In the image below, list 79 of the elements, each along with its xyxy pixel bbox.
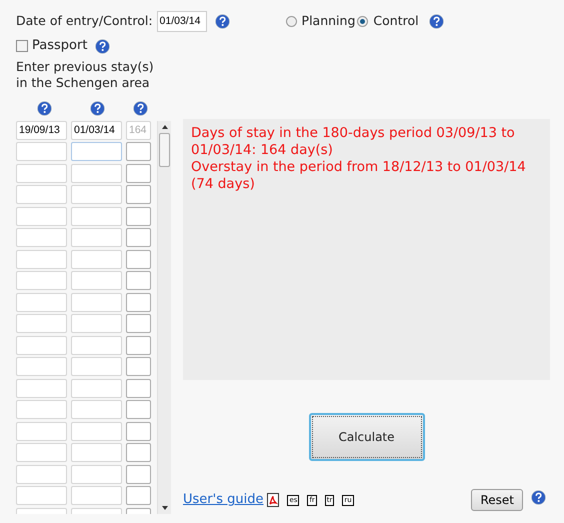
exit-date-field[interactable] bbox=[71, 400, 122, 420]
days-field[interactable] bbox=[126, 314, 151, 334]
exit-date-field[interactable] bbox=[71, 206, 122, 226]
radio-button[interactable] bbox=[357, 16, 368, 26]
help-icon[interactable] bbox=[90, 101, 105, 116]
help-icon[interactable] bbox=[531, 490, 546, 505]
days-field[interactable] bbox=[126, 164, 151, 183]
result-text: Overstay in the period from 18/12/13 to 01/03/14 (74 days) bbox=[191, 158, 527, 192]
stays-heading: Enter previous stay(s) in the Schengen area bbox=[16, 59, 155, 91]
entry-date-field[interactable] bbox=[16, 206, 67, 226]
exit-date-field[interactable] bbox=[71, 228, 122, 248]
days-field[interactable] bbox=[126, 336, 151, 355]
exit-date-field[interactable] bbox=[71, 142, 122, 162]
days-field[interactable] bbox=[126, 443, 151, 462]
scrollbar[interactable] bbox=[157, 120, 171, 514]
days-field[interactable] bbox=[126, 357, 151, 376]
exit-date-field[interactable] bbox=[71, 443, 122, 462]
exit-date-field[interactable] bbox=[71, 314, 122, 334]
exit-date-field[interactable] bbox=[71, 357, 122, 376]
calculate-button[interactable]: Calculate bbox=[308, 413, 424, 461]
entry-date-field[interactable] bbox=[16, 400, 67, 420]
days-field[interactable] bbox=[126, 486, 151, 506]
days-field[interactable] bbox=[126, 464, 151, 484]
help-icon[interactable] bbox=[95, 38, 110, 54]
entry-date-field[interactable] bbox=[16, 336, 67, 355]
pdf-icon[interactable] bbox=[267, 493, 280, 507]
days-field[interactable] bbox=[126, 250, 151, 269]
passport-label[interactable]: Passport bbox=[32, 36, 88, 56]
days-field[interactable] bbox=[126, 228, 151, 248]
days-field[interactable] bbox=[126, 185, 151, 204]
days-field[interactable] bbox=[126, 206, 151, 226]
entry-date-field[interactable]: 19/09/13 bbox=[16, 120, 67, 140]
passport-checkbox[interactable] bbox=[16, 40, 28, 52]
help-icon[interactable] bbox=[36, 101, 52, 116]
days-field[interactable] bbox=[126, 400, 151, 420]
help-icon[interactable] bbox=[133, 101, 148, 116]
date-label: Date of entry/Control: bbox=[16, 12, 153, 30]
entry-date-field[interactable] bbox=[16, 142, 67, 162]
entry-date-field[interactable] bbox=[16, 164, 67, 183]
radio-label[interactable]: Control bbox=[373, 12, 419, 30]
exit-date-field[interactable] bbox=[71, 464, 122, 484]
entry-date-field[interactable] bbox=[16, 443, 67, 462]
help-icon[interactable] bbox=[428, 14, 444, 29]
exit-date-field[interactable] bbox=[71, 271, 122, 290]
entry-date-field[interactable] bbox=[16, 314, 67, 334]
scroll-down-icon[interactable] bbox=[162, 506, 168, 510]
days-field[interactable] bbox=[126, 378, 151, 398]
entry-date-field[interactable] bbox=[16, 357, 67, 376]
scroll-thumb[interactable] bbox=[159, 132, 170, 167]
days-field[interactable] bbox=[126, 422, 151, 441]
date-field[interactable]: 01/03/14 bbox=[156, 10, 207, 32]
help-icon[interactable] bbox=[214, 14, 230, 29]
exit-date-field[interactable] bbox=[71, 378, 122, 398]
exit-date-field[interactable] bbox=[71, 164, 122, 183]
entry-date-field[interactable] bbox=[16, 228, 67, 248]
days-field[interactable] bbox=[126, 271, 151, 290]
entry-date-field[interactable] bbox=[16, 250, 67, 269]
days-field[interactable] bbox=[126, 142, 151, 162]
users-guide-link[interactable]: User's guide bbox=[183, 490, 264, 510]
days-field[interactable] bbox=[126, 292, 151, 312]
reset-button[interactable]: Reset bbox=[471, 489, 523, 511]
radio-button[interactable] bbox=[286, 16, 297, 26]
entry-date-field[interactable] bbox=[16, 378, 67, 398]
radio-label[interactable]: Planning bbox=[302, 12, 356, 30]
scroll-up-icon[interactable] bbox=[162, 124, 168, 129]
exit-date-field[interactable] bbox=[71, 336, 122, 355]
exit-date-field[interactable] bbox=[71, 292, 122, 312]
exit-date-field[interactable] bbox=[71, 250, 122, 269]
result-text: Days of stay in the 180-days period 03/09/13 to 01/03/14: 164 day(s) bbox=[191, 125, 516, 159]
exit-date-field[interactable] bbox=[71, 422, 122, 441]
entry-date-field[interactable] bbox=[16, 486, 67, 506]
entry-date-field[interactable] bbox=[16, 185, 67, 204]
entry-date-field[interactable] bbox=[16, 422, 67, 441]
entry-date-field[interactable] bbox=[16, 271, 67, 290]
exit-date-field[interactable] bbox=[71, 486, 122, 506]
entry-date-field[interactable] bbox=[16, 292, 67, 312]
exit-date-field[interactable] bbox=[71, 185, 122, 204]
entry-date-field[interactable] bbox=[16, 464, 67, 484]
exit-date-field[interactable]: 01/03/14 bbox=[71, 120, 122, 140]
